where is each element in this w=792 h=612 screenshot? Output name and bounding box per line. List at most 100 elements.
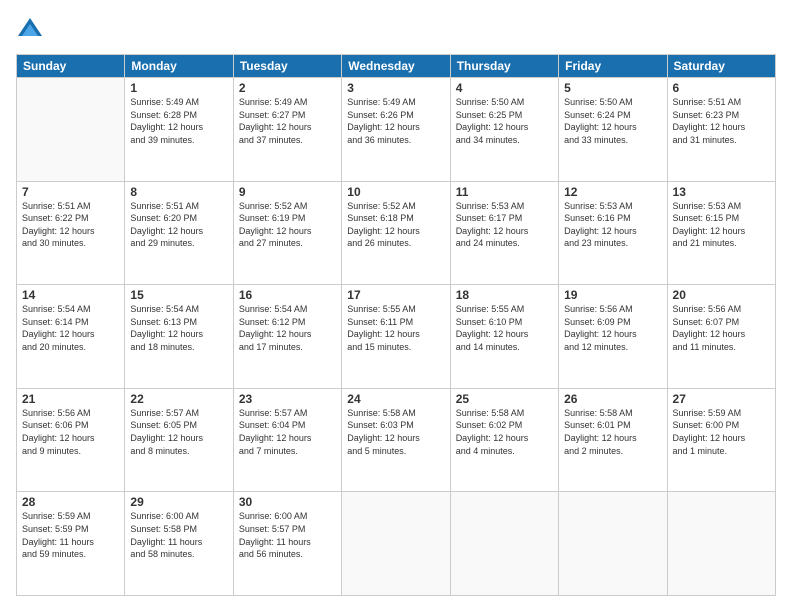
day-info: Sunrise: 5:52 AM Sunset: 6:18 PM Dayligh… bbox=[347, 200, 444, 250]
logo-icon bbox=[16, 16, 44, 44]
weekday-header-saturday: Saturday bbox=[667, 55, 775, 78]
calendar-cell: 8Sunrise: 5:51 AM Sunset: 6:20 PM Daylig… bbox=[125, 181, 233, 285]
day-info: Sunrise: 5:56 AM Sunset: 6:07 PM Dayligh… bbox=[673, 303, 770, 353]
calendar-week-5: 28Sunrise: 5:59 AM Sunset: 5:59 PM Dayli… bbox=[17, 492, 776, 596]
day-number: 14 bbox=[22, 288, 119, 302]
day-info: Sunrise: 5:56 AM Sunset: 6:06 PM Dayligh… bbox=[22, 407, 119, 457]
calendar-week-2: 7Sunrise: 5:51 AM Sunset: 6:22 PM Daylig… bbox=[17, 181, 776, 285]
calendar-table: SundayMondayTuesdayWednesdayThursdayFrid… bbox=[16, 54, 776, 596]
day-info: Sunrise: 5:54 AM Sunset: 6:14 PM Dayligh… bbox=[22, 303, 119, 353]
day-info: Sunrise: 5:50 AM Sunset: 6:25 PM Dayligh… bbox=[456, 96, 553, 146]
day-number: 9 bbox=[239, 185, 336, 199]
calendar-cell: 4Sunrise: 5:50 AM Sunset: 6:25 PM Daylig… bbox=[450, 78, 558, 182]
day-number: 22 bbox=[130, 392, 227, 406]
day-number: 19 bbox=[564, 288, 661, 302]
day-info: Sunrise: 5:55 AM Sunset: 6:11 PM Dayligh… bbox=[347, 303, 444, 353]
day-info: Sunrise: 5:49 AM Sunset: 6:28 PM Dayligh… bbox=[130, 96, 227, 146]
header bbox=[16, 16, 776, 44]
day-number: 18 bbox=[456, 288, 553, 302]
day-number: 13 bbox=[673, 185, 770, 199]
day-info: Sunrise: 5:51 AM Sunset: 6:23 PM Dayligh… bbox=[673, 96, 770, 146]
day-number: 27 bbox=[673, 392, 770, 406]
day-number: 25 bbox=[456, 392, 553, 406]
calendar-cell: 20Sunrise: 5:56 AM Sunset: 6:07 PM Dayli… bbox=[667, 285, 775, 389]
day-number: 30 bbox=[239, 495, 336, 509]
day-info: Sunrise: 5:54 AM Sunset: 6:12 PM Dayligh… bbox=[239, 303, 336, 353]
day-info: Sunrise: 5:53 AM Sunset: 6:16 PM Dayligh… bbox=[564, 200, 661, 250]
calendar-cell: 25Sunrise: 5:58 AM Sunset: 6:02 PM Dayli… bbox=[450, 388, 558, 492]
day-info: Sunrise: 5:51 AM Sunset: 6:20 PM Dayligh… bbox=[130, 200, 227, 250]
calendar-week-4: 21Sunrise: 5:56 AM Sunset: 6:06 PM Dayli… bbox=[17, 388, 776, 492]
calendar-cell: 21Sunrise: 5:56 AM Sunset: 6:06 PM Dayli… bbox=[17, 388, 125, 492]
day-number: 26 bbox=[564, 392, 661, 406]
calendar-cell: 14Sunrise: 5:54 AM Sunset: 6:14 PM Dayli… bbox=[17, 285, 125, 389]
day-number: 10 bbox=[347, 185, 444, 199]
day-info: Sunrise: 6:00 AM Sunset: 5:58 PM Dayligh… bbox=[130, 510, 227, 560]
day-info: Sunrise: 5:58 AM Sunset: 6:02 PM Dayligh… bbox=[456, 407, 553, 457]
calendar-cell: 30Sunrise: 6:00 AM Sunset: 5:57 PM Dayli… bbox=[233, 492, 341, 596]
weekday-header-thursday: Thursday bbox=[450, 55, 558, 78]
day-number: 23 bbox=[239, 392, 336, 406]
day-info: Sunrise: 5:56 AM Sunset: 6:09 PM Dayligh… bbox=[564, 303, 661, 353]
calendar-cell: 17Sunrise: 5:55 AM Sunset: 6:11 PM Dayli… bbox=[342, 285, 450, 389]
calendar-cell: 9Sunrise: 5:52 AM Sunset: 6:19 PM Daylig… bbox=[233, 181, 341, 285]
day-info: Sunrise: 5:58 AM Sunset: 6:01 PM Dayligh… bbox=[564, 407, 661, 457]
page: SundayMondayTuesdayWednesdayThursdayFrid… bbox=[0, 0, 792, 612]
day-number: 2 bbox=[239, 81, 336, 95]
calendar-cell: 19Sunrise: 5:56 AM Sunset: 6:09 PM Dayli… bbox=[559, 285, 667, 389]
weekday-header-friday: Friday bbox=[559, 55, 667, 78]
weekday-header-tuesday: Tuesday bbox=[233, 55, 341, 78]
calendar-cell: 13Sunrise: 5:53 AM Sunset: 6:15 PM Dayli… bbox=[667, 181, 775, 285]
day-number: 28 bbox=[22, 495, 119, 509]
day-info: Sunrise: 5:50 AM Sunset: 6:24 PM Dayligh… bbox=[564, 96, 661, 146]
day-info: Sunrise: 5:59 AM Sunset: 6:00 PM Dayligh… bbox=[673, 407, 770, 457]
calendar-cell bbox=[559, 492, 667, 596]
day-info: Sunrise: 5:52 AM Sunset: 6:19 PM Dayligh… bbox=[239, 200, 336, 250]
calendar-cell: 2Sunrise: 5:49 AM Sunset: 6:27 PM Daylig… bbox=[233, 78, 341, 182]
weekday-header-wednesday: Wednesday bbox=[342, 55, 450, 78]
day-number: 6 bbox=[673, 81, 770, 95]
calendar-cell: 24Sunrise: 5:58 AM Sunset: 6:03 PM Dayli… bbox=[342, 388, 450, 492]
day-info: Sunrise: 5:59 AM Sunset: 5:59 PM Dayligh… bbox=[22, 510, 119, 560]
calendar-cell: 18Sunrise: 5:55 AM Sunset: 6:10 PM Dayli… bbox=[450, 285, 558, 389]
calendar-week-1: 1Sunrise: 5:49 AM Sunset: 6:28 PM Daylig… bbox=[17, 78, 776, 182]
day-info: Sunrise: 5:51 AM Sunset: 6:22 PM Dayligh… bbox=[22, 200, 119, 250]
day-number: 21 bbox=[22, 392, 119, 406]
calendar-cell: 22Sunrise: 5:57 AM Sunset: 6:05 PM Dayli… bbox=[125, 388, 233, 492]
calendar-header-row: SundayMondayTuesdayWednesdayThursdayFrid… bbox=[17, 55, 776, 78]
weekday-header-monday: Monday bbox=[125, 55, 233, 78]
calendar-cell: 5Sunrise: 5:50 AM Sunset: 6:24 PM Daylig… bbox=[559, 78, 667, 182]
calendar-cell bbox=[342, 492, 450, 596]
day-number: 7 bbox=[22, 185, 119, 199]
calendar-cell bbox=[450, 492, 558, 596]
day-number: 12 bbox=[564, 185, 661, 199]
day-number: 16 bbox=[239, 288, 336, 302]
calendar-cell: 26Sunrise: 5:58 AM Sunset: 6:01 PM Dayli… bbox=[559, 388, 667, 492]
calendar-cell: 28Sunrise: 5:59 AM Sunset: 5:59 PM Dayli… bbox=[17, 492, 125, 596]
calendar-cell: 15Sunrise: 5:54 AM Sunset: 6:13 PM Dayli… bbox=[125, 285, 233, 389]
calendar-week-3: 14Sunrise: 5:54 AM Sunset: 6:14 PM Dayli… bbox=[17, 285, 776, 389]
day-number: 20 bbox=[673, 288, 770, 302]
calendar-cell: 11Sunrise: 5:53 AM Sunset: 6:17 PM Dayli… bbox=[450, 181, 558, 285]
day-info: Sunrise: 5:57 AM Sunset: 6:05 PM Dayligh… bbox=[130, 407, 227, 457]
day-info: Sunrise: 5:53 AM Sunset: 6:15 PM Dayligh… bbox=[673, 200, 770, 250]
calendar-cell bbox=[17, 78, 125, 182]
day-info: Sunrise: 5:58 AM Sunset: 6:03 PM Dayligh… bbox=[347, 407, 444, 457]
calendar-cell: 23Sunrise: 5:57 AM Sunset: 6:04 PM Dayli… bbox=[233, 388, 341, 492]
day-number: 29 bbox=[130, 495, 227, 509]
day-number: 11 bbox=[456, 185, 553, 199]
calendar-cell: 27Sunrise: 5:59 AM Sunset: 6:00 PM Dayli… bbox=[667, 388, 775, 492]
calendar-cell bbox=[667, 492, 775, 596]
calendar-cell: 12Sunrise: 5:53 AM Sunset: 6:16 PM Dayli… bbox=[559, 181, 667, 285]
calendar-cell: 10Sunrise: 5:52 AM Sunset: 6:18 PM Dayli… bbox=[342, 181, 450, 285]
day-number: 8 bbox=[130, 185, 227, 199]
day-info: Sunrise: 5:49 AM Sunset: 6:26 PM Dayligh… bbox=[347, 96, 444, 146]
day-number: 3 bbox=[347, 81, 444, 95]
day-number: 5 bbox=[564, 81, 661, 95]
day-info: Sunrise: 5:54 AM Sunset: 6:13 PM Dayligh… bbox=[130, 303, 227, 353]
calendar-cell: 1Sunrise: 5:49 AM Sunset: 6:28 PM Daylig… bbox=[125, 78, 233, 182]
day-info: Sunrise: 5:49 AM Sunset: 6:27 PM Dayligh… bbox=[239, 96, 336, 146]
day-info: Sunrise: 5:55 AM Sunset: 6:10 PM Dayligh… bbox=[456, 303, 553, 353]
calendar-cell: 3Sunrise: 5:49 AM Sunset: 6:26 PM Daylig… bbox=[342, 78, 450, 182]
calendar-cell: 6Sunrise: 5:51 AM Sunset: 6:23 PM Daylig… bbox=[667, 78, 775, 182]
